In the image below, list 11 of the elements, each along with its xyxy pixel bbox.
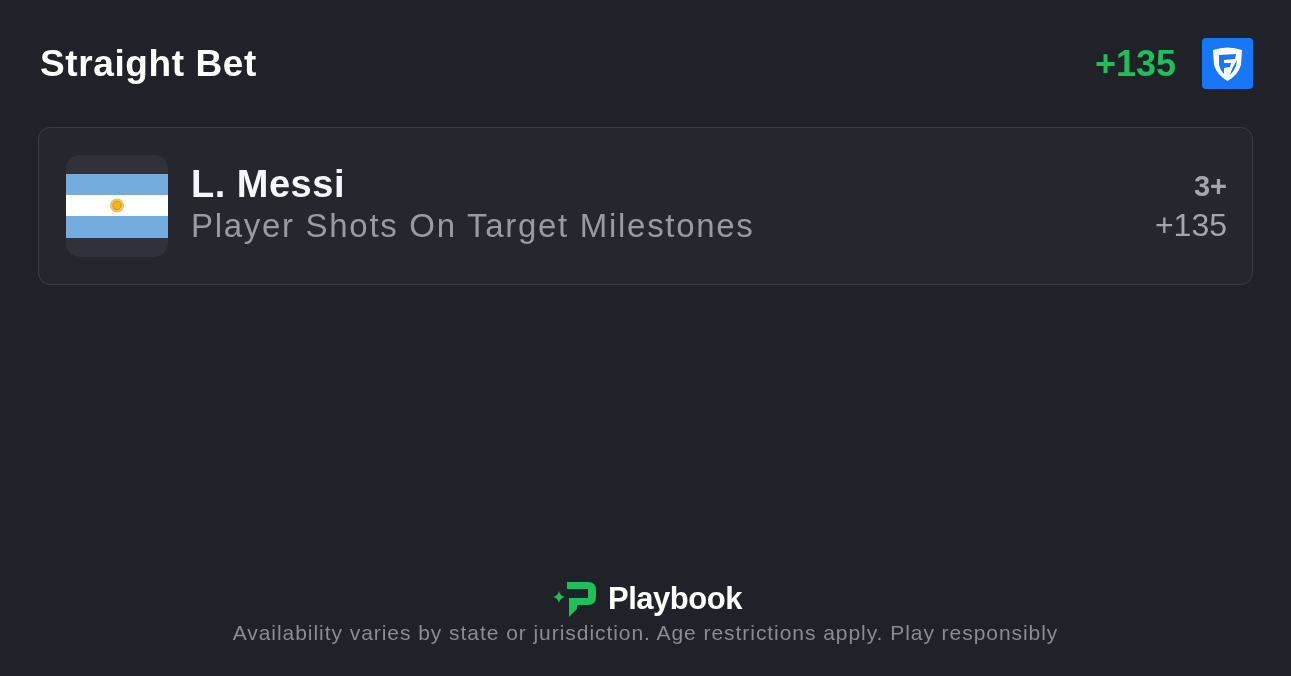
selection-label: 3+: [1193, 169, 1227, 204]
leg-odds: +135: [1154, 206, 1227, 245]
player-name: L. Messi: [191, 162, 345, 206]
sparkle-logo-icon: [553, 581, 597, 617]
shield-logo-icon: [1202, 38, 1253, 89]
bet-title: Straight Bet: [40, 41, 257, 86]
brand-name: Playbook: [608, 580, 742, 618]
disclaimer-text: Availability varies by state or jurisdiction. Age restrictions apply. Play responsibly: [232, 620, 1059, 646]
total-odds: +135: [1094, 42, 1176, 85]
market-name: Player Shots On Target Milestones: [191, 206, 755, 246]
flag-icon: [66, 155, 168, 257]
